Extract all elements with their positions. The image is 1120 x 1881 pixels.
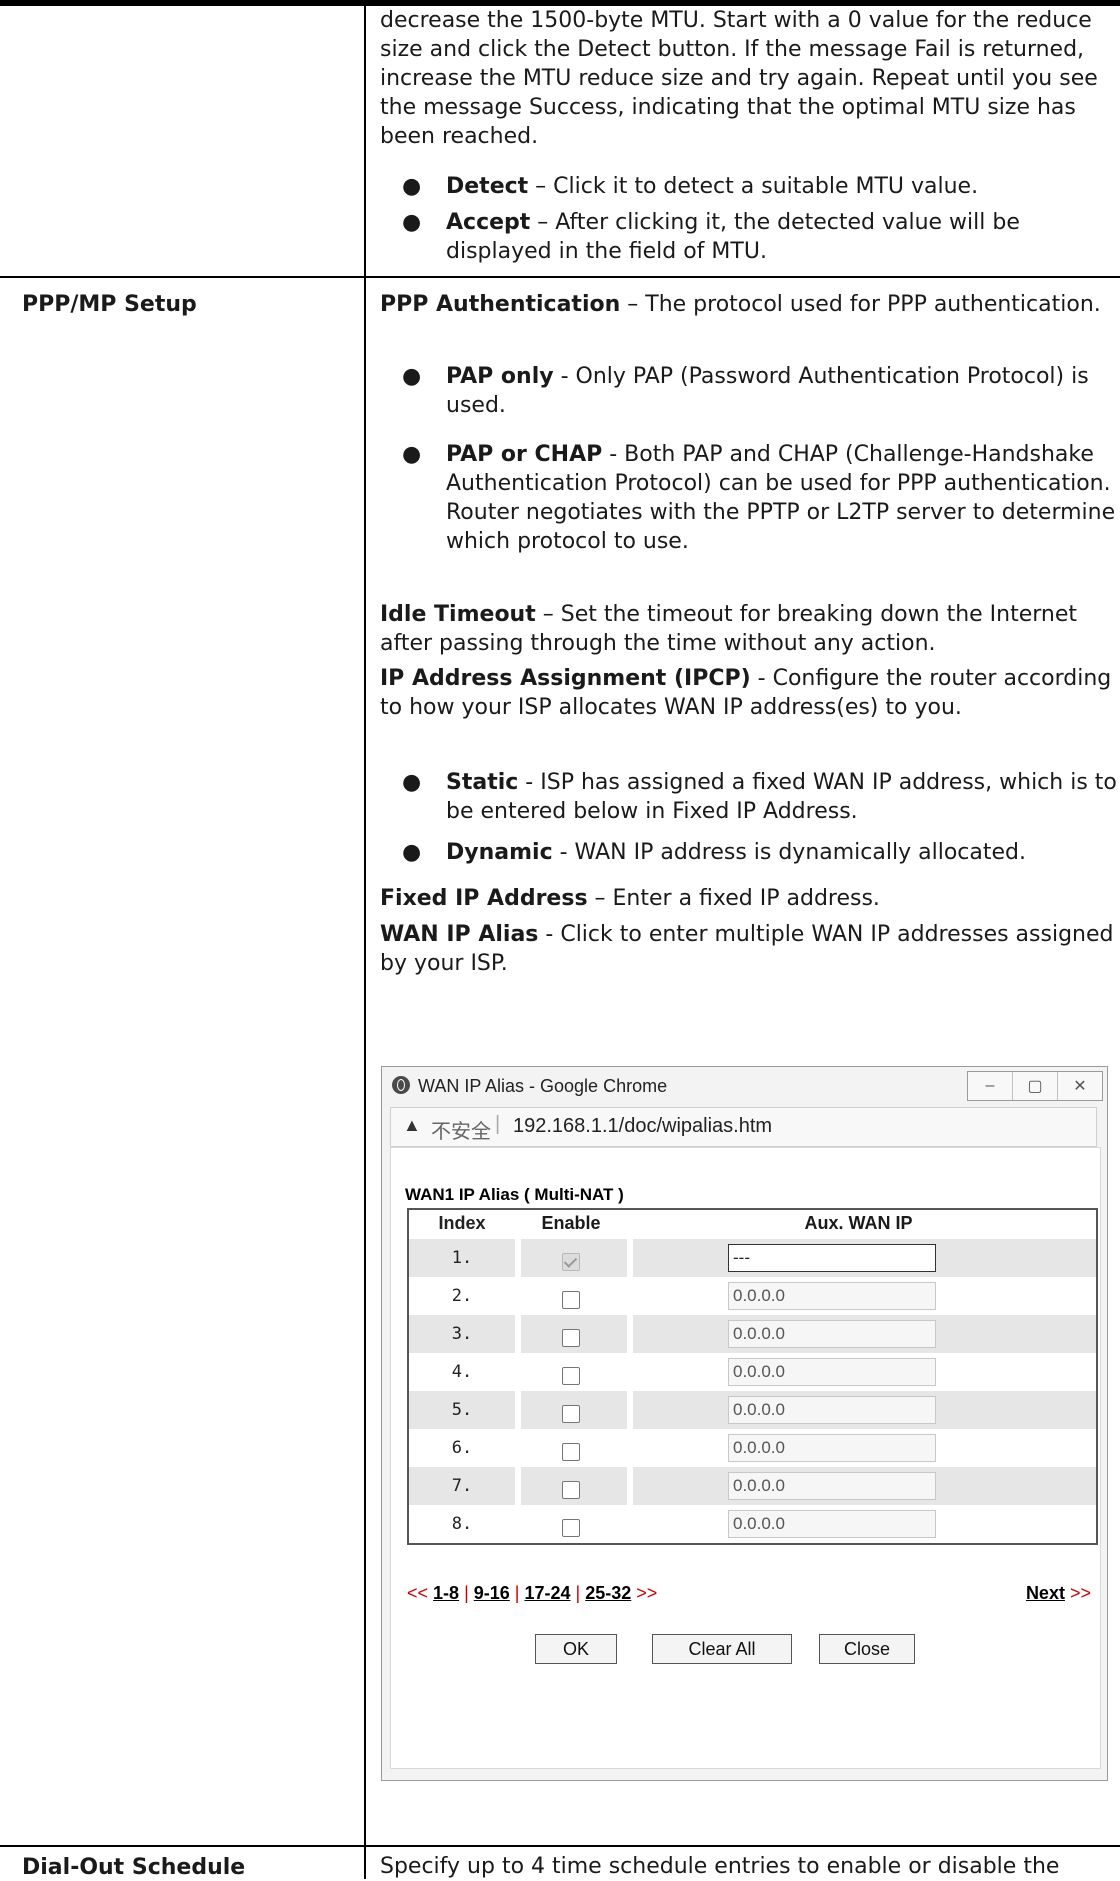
- aux-wan-ip-input[interactable]: 0.0.0.0: [728, 1282, 936, 1310]
- column-divider: [364, 6, 366, 1879]
- aux-wan-ip-input[interactable]: 0.0.0.0: [728, 1358, 936, 1386]
- bullet-dot: ●: [402, 840, 422, 865]
- fixed-ip-text: Fixed IP Address – Enter a fixed IP addr…: [380, 884, 1120, 913]
- maximize-icon[interactable]: ▢: [1013, 1072, 1058, 1100]
- aux-wan-ip-input[interactable]: 0.0.0.0: [728, 1472, 936, 1500]
- alias-table-title: WAN1 IP Alias ( Multi-NAT ): [405, 1185, 624, 1204]
- table-row: 2. 0.0.0.0: [409, 1277, 1096, 1315]
- insecure-label: 不安全: [431, 1121, 491, 1143]
- desc: – Enter a fixed IP address.: [587, 886, 880, 911]
- table-row: 6. 0.0.0.0: [409, 1429, 1096, 1467]
- bullet-term: PAP only: [446, 364, 554, 389]
- page-link-9-16[interactable]: 9-16: [474, 1583, 510, 1603]
- header-enable: Enable: [541, 1213, 601, 1233]
- term: Idle Timeout: [380, 602, 536, 627]
- enable-checkbox[interactable]: [562, 1329, 580, 1348]
- enable-checkbox[interactable]: [562, 1519, 580, 1538]
- bullet-dot: ●: [402, 442, 422, 467]
- row-index: 8.: [451, 1514, 473, 1534]
- address-bar[interactable]: ▲ 不安全 | 192.168.1.1/doc/wipalias.htm: [390, 1107, 1097, 1147]
- bullet-desc: - ISP has assigned a fixed WAN IP addres…: [446, 770, 1117, 824]
- enable-checkbox[interactable]: [562, 1291, 580, 1310]
- row-index: 4.: [451, 1362, 473, 1382]
- bullet-desc: – After clicking it, the detected value …: [446, 210, 1020, 264]
- table-row: 3. 0.0.0.0: [409, 1315, 1096, 1353]
- ipcp-text: IP Address Assignment (IPCP) - Configure…: [380, 664, 1120, 722]
- close-window-icon[interactable]: ✕: [1058, 1072, 1102, 1100]
- wan-ip-alias-text: WAN IP Alias - Click to enter multiple W…: [380, 920, 1120, 978]
- row-index: 5.: [451, 1400, 473, 1420]
- row-index: 1.: [451, 1248, 473, 1268]
- bullet-desc: - WAN IP address is dynamically allocate…: [552, 840, 1026, 865]
- row-label-dial-out: Dial-Out Schedule: [22, 1855, 246, 1880]
- bullet-term: Dynamic: [446, 840, 553, 865]
- window-titlebar: WAN IP Alias - Google Chrome – ▢ ✕: [382, 1067, 1107, 1107]
- table-row: 5. 0.0.0.0: [409, 1391, 1096, 1429]
- page-link-17-24[interactable]: 17-24: [524, 1583, 570, 1603]
- bullet-dot: ●: [402, 770, 422, 795]
- table-row: 7. 0.0.0.0: [409, 1467, 1096, 1505]
- enable-checkbox[interactable]: [562, 1443, 580, 1462]
- ok-button[interactable]: OK: [535, 1634, 617, 1664]
- enable-checkbox[interactable]: [562, 1481, 580, 1500]
- minimize-icon[interactable]: –: [968, 1072, 1013, 1100]
- window-title: WAN IP Alias - Google Chrome: [418, 1076, 668, 1096]
- enable-checkbox[interactable]: [562, 1253, 580, 1272]
- bullet-term: Accept: [446, 210, 531, 235]
- wan-ip-alias-window: WAN IP Alias - Google Chrome – ▢ ✕ ▲ 不安全…: [381, 1066, 1108, 1781]
- row-index: 7.: [451, 1476, 473, 1496]
- row-divider-dial: [0, 1845, 1120, 1847]
- row-divider: [0, 276, 1120, 278]
- bullet-dot: ●: [402, 174, 422, 199]
- next-arrows: >>: [1069, 1583, 1091, 1603]
- next-link[interactable]: Next: [1026, 1583, 1065, 1603]
- row-index: 6.: [451, 1438, 473, 1458]
- enable-checkbox[interactable]: [562, 1405, 580, 1424]
- warning-icon: ▲: [403, 1115, 421, 1135]
- pager-more[interactable]: >>: [636, 1583, 657, 1603]
- table-row: 1. ---: [409, 1239, 1096, 1277]
- term: PPP Authentication: [380, 292, 621, 317]
- dial-out-text: Specify up to 4 time schedule entries to…: [380, 1854, 1060, 1879]
- table-row: 8. 0.0.0.0: [409, 1505, 1096, 1543]
- pager-prev[interactable]: <<: [407, 1583, 428, 1603]
- aux-wan-ip-input[interactable]: 0.0.0.0: [728, 1396, 936, 1424]
- bullet-desc: – Click it to detect a suitable MTU valu…: [528, 174, 979, 199]
- popup-page: WAN1 IP Alias ( Multi-NAT ) Index Enable…: [390, 1147, 1101, 1769]
- bullet-dot: ●: [402, 364, 422, 389]
- header-aux-wan-ip: Aux. WAN IP: [804, 1213, 913, 1233]
- aux-wan-ip-input[interactable]: ---: [728, 1244, 936, 1272]
- window-controls: – ▢ ✕: [967, 1071, 1103, 1101]
- enable-checkbox[interactable]: [562, 1367, 580, 1386]
- term: IP Address Assignment (IPCP): [380, 666, 751, 691]
- table-header-row: Index Enable Aux. WAN IP: [409, 1210, 1096, 1239]
- term: WAN IP Alias: [380, 922, 539, 947]
- page-link-1-8[interactable]: 1-8: [433, 1583, 459, 1603]
- aux-wan-ip-input[interactable]: 0.0.0.0: [728, 1510, 936, 1538]
- alias-table: Index Enable Aux. WAN IP 1. --- 2. 0.0.0…: [407, 1208, 1098, 1545]
- aux-wan-ip-input[interactable]: 0.0.0.0: [728, 1434, 936, 1462]
- bullet-dot: ●: [402, 210, 422, 235]
- header-index: Index: [438, 1213, 486, 1233]
- row-label-ppp: PPP/MP Setup: [22, 292, 197, 317]
- idle-timeout-text: Idle Timeout – Set the timeout for break…: [380, 600, 1120, 658]
- clear-all-button[interactable]: Clear All: [652, 1634, 792, 1664]
- bullet-term: Static: [446, 770, 519, 795]
- row-index: 3.: [451, 1324, 473, 1344]
- term: Fixed IP Address: [380, 886, 588, 911]
- aux-wan-ip-input[interactable]: 0.0.0.0: [728, 1320, 936, 1348]
- next-link-wrap[interactable]: Next >>: [1026, 1583, 1091, 1604]
- bullet-term: Detect: [446, 174, 529, 199]
- ppp-auth-text: PPP Authentication – The protocol used f…: [380, 290, 1120, 319]
- table-row: 4. 0.0.0.0: [409, 1353, 1096, 1391]
- bullet-term: PAP or CHAP: [446, 442, 603, 467]
- chrome-globe-icon: [392, 1076, 410, 1094]
- url-text: 192.168.1.1/doc/wipalias.htm: [513, 1115, 773, 1137]
- pagination: << 1-8 | 9-16 | 17-24 | 25-32 >> Next >>: [407, 1583, 1091, 1604]
- desc: – The protocol used for PPP authenticati…: [620, 292, 1101, 317]
- page-link-25-32[interactable]: 25-32: [585, 1583, 631, 1603]
- mtu-description: decrease the 1500-byte MTU. Start with a…: [380, 8, 1098, 149]
- close-button[interactable]: Close: [819, 1634, 915, 1664]
- row-index: 2.: [451, 1286, 473, 1306]
